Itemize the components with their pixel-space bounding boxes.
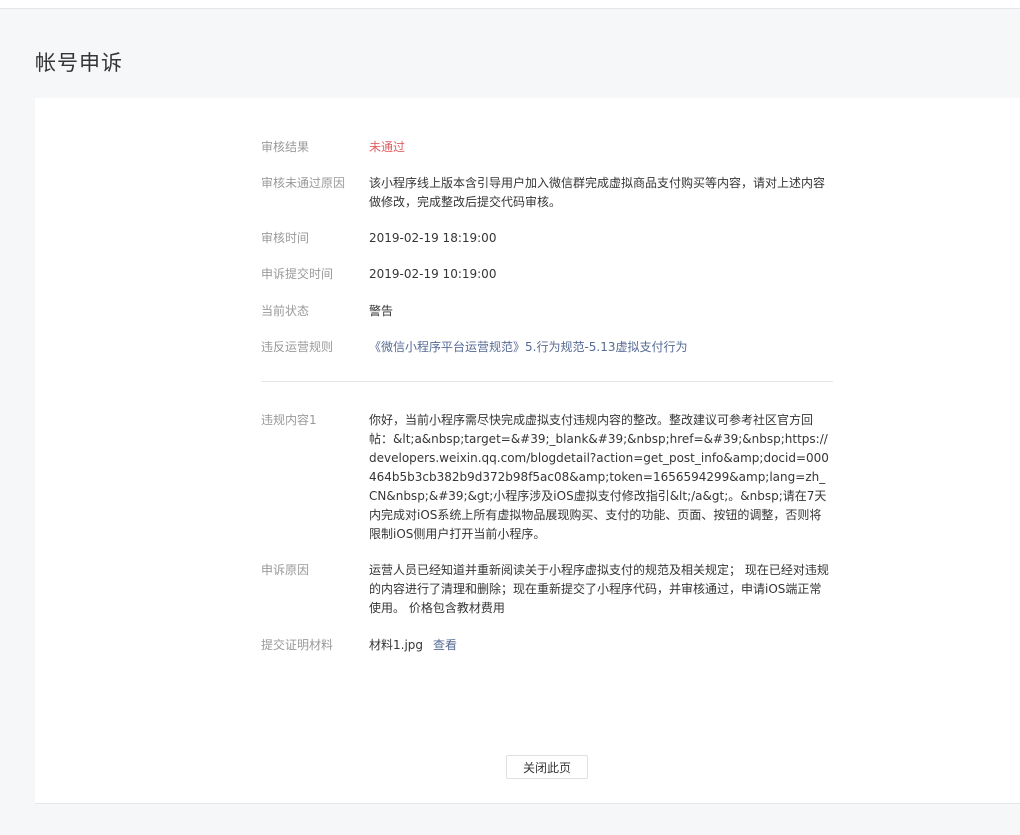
proof-value: 材料1.jpg 查看 [369,636,831,655]
proof-label: 提交证明材料 [261,638,334,652]
section-divider [261,381,833,382]
status-value: 警告 [369,304,394,318]
appeal-time-label: 申诉提交时间 [261,267,334,281]
review-time-value: 2019-02-19 18:19:00 [369,231,497,245]
status-label: 当前状态 [261,304,310,318]
violation-content-label: 违规内容1 [261,413,317,427]
review-result-label: 审核结果 [261,140,310,154]
close-page-button[interactable]: 关闭此页 [506,755,588,779]
review-reason-label: 审核未通过原因 [261,176,346,190]
appeal-reason-value: 运营人员已经知道并重新阅读关于小程序虚拟支付的规范及相关规定； 现在已经对违规的… [369,563,829,615]
view-proof-link[interactable]: 查看 [433,638,457,652]
review-time-label: 审核时间 [261,231,310,245]
proof-file-name: 材料1.jpg [369,638,424,652]
rule-link[interactable]: 《微信小程序平台运营规范》5.行为规范-5.13虚拟支付行为 [369,338,831,357]
review-result-value: 未通过 [369,140,406,154]
top-bar [0,0,1020,9]
violation-content-value: 你好，当前小程序需尽快完成虚拟支付违规内容的整改。整改建议可参考社区官方回帖：&… [369,413,829,541]
appeal-time-value: 2019-02-19 10:19:00 [369,267,497,281]
appeal-detail-card: 审核结果 未通过 审核未通过原因 该小程序线上版本含引导用户加入微信群完成虚拟商… [35,98,1020,804]
appeal-reason-label: 申诉原因 [261,563,310,577]
page-title: 帐号申诉 [35,51,123,75]
review-reason-value: 该小程序线上版本含引导用户加入微信群完成虚拟商品支付购买等内容，请对上述内容做修… [369,176,826,209]
rule-label: 违反运营规则 [261,340,334,354]
